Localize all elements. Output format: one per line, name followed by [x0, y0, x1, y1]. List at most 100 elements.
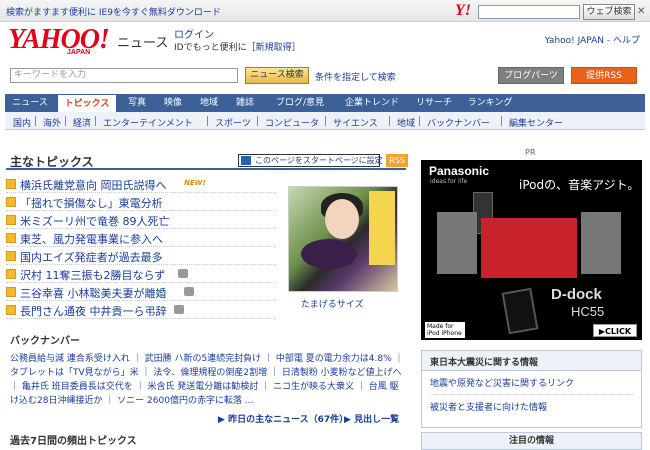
tab-magazine[interactable]: 雑誌 — [229, 94, 261, 112]
section-title[interactable]: ニュース — [117, 32, 168, 51]
headline-item[interactable]: 横浜氏離党意向 岡田氏説得へ NEW! — [6, 176, 276, 193]
yahoo-japan-logo[interactable]: YAHOO! — [8, 24, 110, 56]
headline-text[interactable]: 国内エイズ発症者が過去最多 — [20, 249, 163, 265]
subnav-entertainment[interactable]: エンターテインメント — [103, 116, 193, 129]
blogparts-button[interactable]: ブログパーツ — [498, 67, 564, 84]
keyword-input[interactable]: キーワードを入力 — [10, 68, 238, 83]
headline-bullet-icon — [6, 251, 16, 261]
ad-product: D-dock — [551, 286, 602, 303]
camera-icon — [174, 305, 184, 314]
headlines-list-link[interactable]: ▶ 見出し一覧 — [344, 412, 399, 425]
headline-text[interactable]: 三谷幸喜 小林聡美夫妻が離婚 — [20, 285, 167, 301]
headline-text[interactable]: 「揺れで損傷なし」東電分析 — [20, 195, 163, 211]
camera-icon — [178, 269, 188, 278]
headline-bullet-icon — [6, 215, 16, 225]
headline-text[interactable]: 横浜氏離党意向 岡田氏説得へ — [20, 177, 167, 193]
headline-item[interactable]: 長門さん通夜 中井貴一ら弔辞 — [6, 302, 276, 319]
earthquake-info-title: 東日本大震災に関する情報 — [422, 351, 641, 371]
photo-caption[interactable]: たまげるサイズ — [301, 297, 363, 310]
photo-sign — [369, 191, 395, 265]
subnav-editorial[interactable]: 編集センター — [509, 116, 563, 129]
tab-video[interactable]: 映像 — [157, 94, 189, 112]
set-startpage-button[interactable]: このページをスタートページに設定 — [238, 154, 383, 167]
sub-nav: 国内 海外 経済 エンターテインメント スポーツ コンピュータ サイエンス 地域… — [5, 112, 645, 130]
register-link[interactable]: 新規取得 — [256, 43, 292, 53]
yesterday-news-link[interactable]: ▶ 昨日の主なニュース（67件） — [218, 412, 348, 425]
subnav-regional[interactable]: 地域 — [397, 116, 415, 129]
disaster-links-item[interactable]: 地震や原発など災害に関するリンク — [422, 371, 641, 389]
subnav-science[interactable]: サイエンス — [333, 116, 378, 129]
main-nav: ニュース トピックス 写真 映像 地域 雑誌 ブログ/意見 企業トレンド リサー… — [5, 94, 645, 112]
headlines-list-label: 見出し一覧 — [354, 415, 400, 425]
photo-eggplant — [301, 239, 357, 269]
tab-news[interactable]: ニュース — [5, 94, 55, 112]
ad-brand: Panasonic — [429, 164, 490, 178]
tab-topics[interactable]: トピックス — [57, 94, 117, 112]
headline-bullet-icon — [6, 197, 16, 207]
subnav-computer[interactable]: コンピュータ — [265, 116, 319, 129]
subnav-backnumber[interactable]: バックナンバー — [427, 116, 490, 129]
subnav-economy[interactable]: 経済 — [73, 116, 91, 129]
headline-text[interactable]: 沢村 11奪三振も2勝目ならず — [20, 267, 165, 283]
web-search-input[interactable] — [478, 5, 580, 19]
featured-info-header: 注目の情報 — [421, 432, 642, 450]
yahoo-small-logo[interactable]: Y! — [455, 2, 471, 20]
topic-photo[interactable] — [288, 186, 398, 292]
headline-bullet-icon — [6, 233, 16, 243]
topics-header: 主なトピックス このページをスタートページに設定 RSS — [6, 150, 408, 170]
web-search-button[interactable]: ウェブ検索 — [583, 4, 635, 20]
panasonic-ad-banner[interactable]: Panasonic ideas for life iPodの、音楽アジト。 D-… — [421, 160, 642, 340]
close-icon[interactable]: ✕ — [637, 6, 645, 17]
login-sub-suffix: ］ — [291, 43, 301, 53]
headline-text[interactable]: 長門さん通夜 中井貴一ら弔辞 — [20, 303, 167, 319]
help-link[interactable]: Yahoo! JAPAN - ヘルプ — [545, 33, 640, 46]
past-topics-title: 過去7日間の頻出トピックス — [10, 436, 137, 447]
ad-model: HC55 — [571, 304, 605, 319]
photo-face — [325, 199, 359, 239]
tab-photos[interactable]: 写真 — [121, 94, 153, 112]
top-bar: 検索がますます便利に IE9を今すぐ無料ダウンロード Y! ウェブ検索 ✕ — [0, 0, 650, 22]
headline-item[interactable]: 東芝、風力発電事業に参入へ — [6, 230, 276, 247]
topics-title: 主なトピックス — [10, 155, 94, 169]
headline-item[interactable]: 米ミズーリ州で竜巻 89人死亡 — [6, 212, 276, 229]
ad-iphone-image — [501, 287, 539, 335]
headline-bullet-icon — [6, 269, 16, 279]
backnumber-links[interactable]: 公務員給与減 連合系受け入れ ｜ 武田勝 ハ新の5連続完封負け ｜ 中部電 夏の… — [10, 352, 406, 408]
headline-bullet-icon — [6, 305, 16, 315]
pr-label: PR — [525, 148, 536, 157]
tab-regional[interactable]: 地域 — [193, 94, 225, 112]
new-badge: NEW! — [184, 179, 206, 187]
victims-support-item[interactable]: 被災者と支援者に向けた情報 — [422, 395, 641, 413]
startpage-label: このページをスタートページに設定 — [255, 156, 383, 165]
advanced-search-link[interactable]: 条件を指定して検索 — [315, 70, 396, 83]
tab-trend[interactable]: 企業トレンド — [335, 94, 409, 112]
subnav-world[interactable]: 海外 — [43, 116, 61, 129]
ad-speaker-right — [581, 212, 621, 274]
news-search-button[interactable]: ニュース検索 — [245, 67, 309, 84]
headline-bullet-icon — [6, 287, 16, 297]
startpage-icon — [241, 156, 251, 165]
ad-ddock-unit — [481, 218, 577, 278]
tab-blog[interactable]: ブログ/意見 — [267, 94, 333, 112]
headline-item[interactable]: 国内エイズ発症者が過去最多 — [6, 248, 276, 265]
ie9-promo-link[interactable]: 検索がますます便利に IE9を今すぐ無料ダウンロード — [6, 5, 221, 18]
headline-text[interactable]: 米ミズーリ州で竜巻 89人死亡 — [20, 213, 170, 229]
headline-item[interactable]: 沢村 11奪三振も2勝目ならず — [6, 266, 276, 283]
subnav-domestic[interactable]: 国内 — [13, 116, 31, 129]
ad-compat-badge: Made for iPod iPhone — [425, 322, 465, 338]
headline-item[interactable]: 三谷幸喜 小林聡美夫妻が離婚 — [6, 284, 276, 301]
login-sub-prefix: IDでもっと便利に［ — [174, 43, 256, 53]
login-link[interactable]: ログイン — [174, 26, 214, 41]
subnav-sports[interactable]: スポーツ — [215, 116, 251, 129]
tab-ranking[interactable]: ランキング — [460, 94, 520, 112]
ad-click-button[interactable]: ▶CLICK — [593, 324, 637, 337]
headline-item[interactable]: 「揺れで損傷なし」東電分析 — [6, 194, 276, 211]
tab-research[interactable]: リサーチ — [410, 94, 458, 112]
topics-rss-button[interactable]: RSS — [386, 154, 408, 167]
rss-provided-button[interactable]: 提供RSS — [571, 67, 637, 84]
headline-text[interactable]: 東芝、風力発電事業に参入へ — [20, 231, 163, 247]
news-search-row: キーワードを入力 ニュース検索 条件を指定して検索 ブログパーツ 提供RSS — [0, 64, 650, 86]
header: YAHOO! JAPAN ニュース ログイン IDでもっと便利に［新規取得］ Y… — [0, 24, 650, 60]
logo-japan-text: JAPAN — [67, 49, 91, 56]
earthquake-info-box: 東日本大震災に関する情報 地震や原発など災害に関するリンク 被災者と支援者に向け… — [421, 350, 642, 428]
